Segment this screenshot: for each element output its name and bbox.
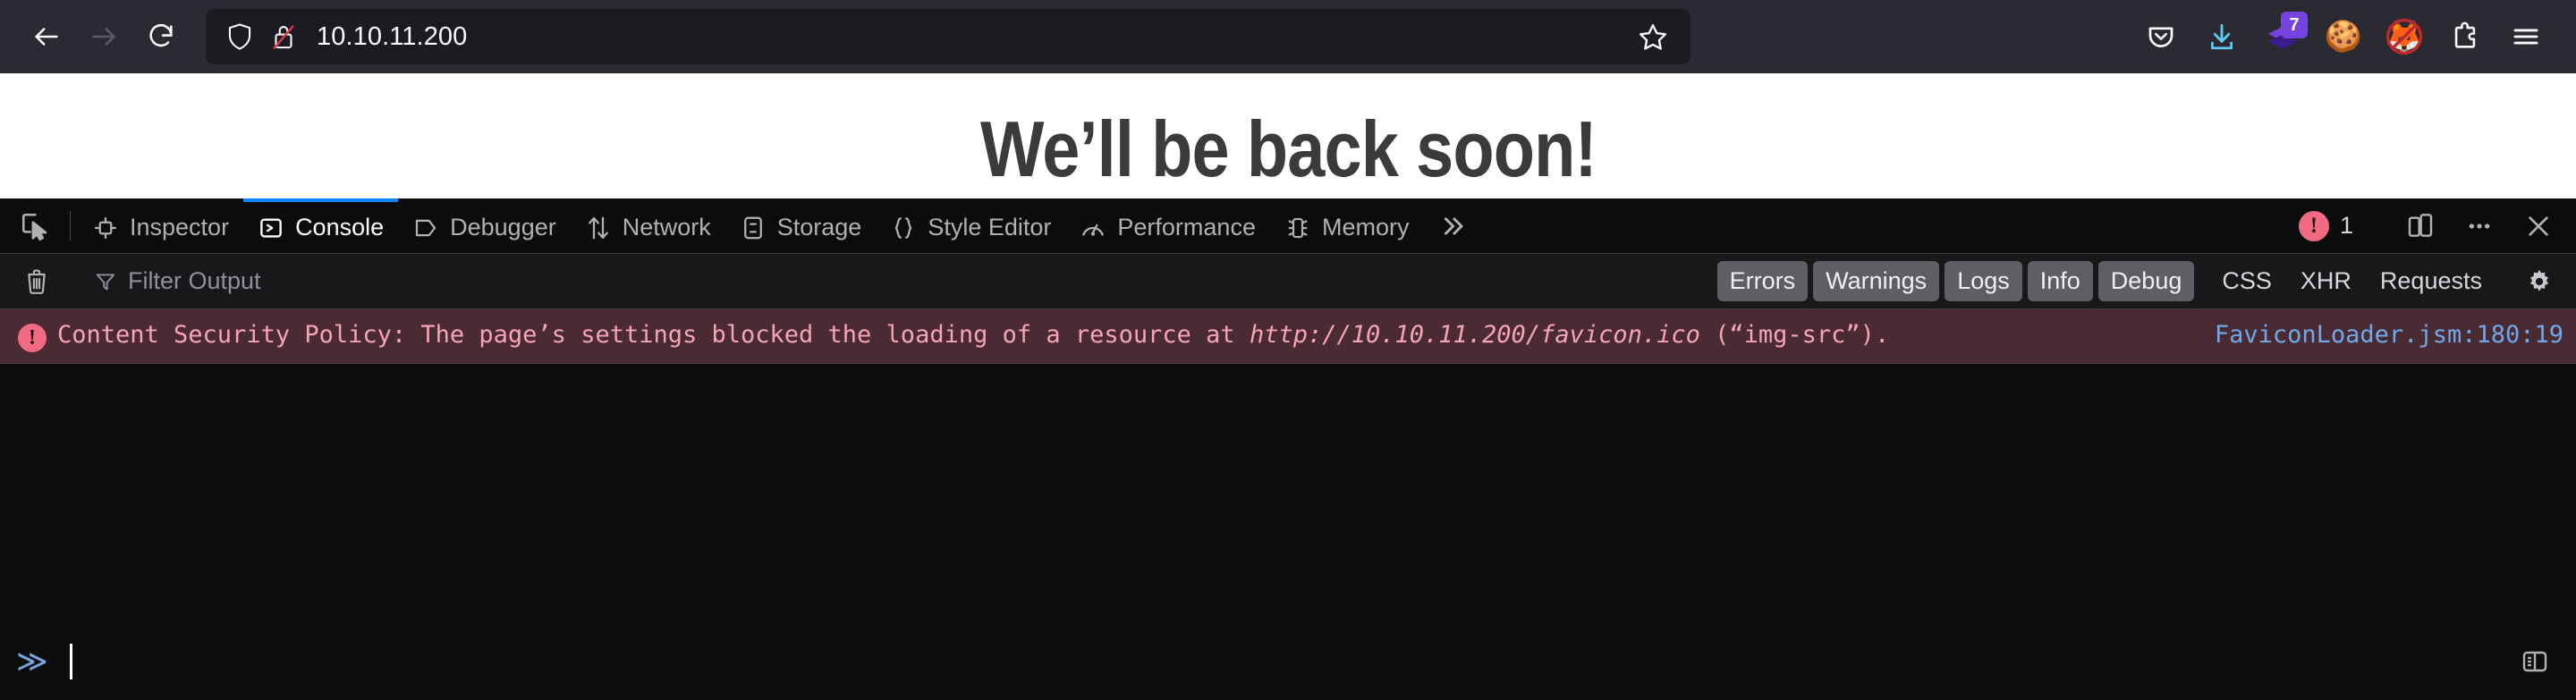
- console-level-filters: Errors Warnings Logs Info Debug: [1716, 261, 2195, 301]
- prohibition-overlay-icon: [2385, 18, 2423, 55]
- gear-icon: [2530, 269, 2548, 291]
- tab-memory[interactable]: Memory: [1270, 198, 1424, 253]
- debugger-icon: [416, 219, 436, 236]
- tab-style-editor[interactable]: Style Editor: [876, 198, 1065, 253]
- filter-chip-debug[interactable]: Debug: [2097, 261, 2195, 301]
- tab-debugger[interactable]: Debugger: [398, 198, 571, 253]
- lock-crossed-insecure-icon[interactable]: [261, 21, 306, 52]
- console-output: ! Content Security Policy: The page’s se…: [0, 309, 2576, 623]
- tab-label: Inspector: [130, 214, 230, 240]
- browser-window: 10.10.11.200 7 🍪 🦊 We’ll be back soon! I…: [0, 0, 2576, 700]
- console-icon: [260, 217, 282, 238]
- address-bar-url[interactable]: 10.10.11.200: [306, 22, 1628, 52]
- back-button[interactable]: [18, 8, 75, 65]
- inspector-icon: [95, 216, 116, 239]
- devtools-tabs-overflow-button[interactable]: [1423, 198, 1482, 253]
- tab-label: Performance: [1117, 214, 1256, 240]
- extension-layers-icon[interactable]: 7: [2256, 10, 2309, 63]
- filter-chip-logs[interactable]: Logs: [1945, 261, 2022, 301]
- page-title: We’ll be back soon!: [979, 105, 1597, 193]
- message-text-after-url: (“img-src”).: [1699, 321, 1890, 349]
- tab-network[interactable]: Network: [571, 198, 725, 253]
- address-bar[interactable]: 10.10.11.200: [206, 9, 1690, 64]
- fox-blocked-icon[interactable]: 🦊: [2377, 10, 2431, 63]
- arrow-right-icon: [92, 28, 115, 46]
- message-error-icon: !: [13, 318, 52, 352]
- tab-label: Debugger: [450, 214, 556, 240]
- chevron-double-right-icon: [1445, 216, 1463, 235]
- browser-navigation-toolbar: 10.10.11.200 7 🍪 🦊: [0, 0, 2576, 73]
- pocket-icon[interactable]: [2134, 10, 2188, 63]
- application-menu-icon[interactable]: [2499, 10, 2553, 63]
- shield-icon[interactable]: [218, 22, 261, 51]
- filter-output-input[interactable]: Filter Output: [85, 262, 1717, 301]
- page-viewport: We’ll be back soon!: [0, 73, 2576, 198]
- message-resource-url: http://10.10.11.200/favicon.ico: [1249, 321, 1700, 349]
- console-message-error[interactable]: ! Content Security Policy: The page’s se…: [0, 309, 2576, 364]
- tab-storage[interactable]: Storage: [725, 198, 877, 253]
- filter-output-placeholder: Filter Output: [128, 267, 261, 294]
- error-count-label: 1: [2339, 212, 2353, 239]
- cookie-icon[interactable]: 🍪: [2317, 10, 2370, 63]
- console-filter-toolbar: Filter Output Errors Warnings Logs Info …: [0, 254, 2576, 309]
- error-badge-icon: !: [2298, 210, 2329, 241]
- tab-label: Network: [622, 214, 711, 240]
- console-input-caret: [69, 644, 72, 679]
- element-picker-icon: [21, 213, 47, 240]
- filter-chip-errors[interactable]: Errors: [1716, 261, 1809, 301]
- console-message-text: Content Security Policy: The page’s sett…: [52, 318, 2188, 351]
- tab-label: Style Editor: [928, 214, 1052, 240]
- extensions-puzzle-icon[interactable]: [2438, 10, 2492, 63]
- devtools-panel: Inspector Console Debugger Network Stora…: [0, 198, 2576, 700]
- message-text-before-url: Content Security Policy: The page’s sett…: [57, 321, 1250, 349]
- clear-console-button[interactable]: [13, 257, 61, 306]
- forward-button[interactable]: [75, 8, 132, 65]
- element-picker-button[interactable]: [7, 198, 63, 253]
- cookie-glyph: 🍪: [2324, 20, 2363, 54]
- devtools-meatball-menu-icon[interactable]: [2454, 201, 2504, 251]
- error-count-indicator[interactable]: ! 1: [2290, 210, 2362, 241]
- tab-console[interactable]: Console: [243, 198, 399, 253]
- storage-icon: [743, 216, 762, 239]
- split-console-editor-icon[interactable]: [2510, 637, 2560, 687]
- star-icon[interactable]: [1628, 12, 1678, 62]
- toolbar-separator: [70, 211, 71, 240]
- devtools-tabbar: Inspector Console Debugger Network Stora…: [0, 198, 2576, 254]
- tab-label: Storage: [776, 214, 862, 240]
- downloads-icon[interactable]: [2195, 10, 2249, 63]
- tab-inspector[interactable]: Inspector: [78, 198, 243, 253]
- responsive-design-mode-icon[interactable]: [2395, 201, 2445, 251]
- performance-icon: [1082, 223, 1105, 236]
- devtools-toolbar-controls: ! 1: [2290, 198, 2576, 253]
- filter-chip-warnings[interactable]: Warnings: [1813, 261, 1940, 301]
- console-message-source-link[interactable]: FaviconLoader.jsm:180:19: [2188, 318, 2563, 351]
- tab-label: Console: [295, 214, 385, 240]
- arrow-left-icon: [35, 28, 58, 46]
- filter-chip-xhr[interactable]: XHR: [2288, 261, 2364, 301]
- browser-toolbar-icons: 7 🍪 🦊: [2134, 10, 2558, 63]
- style-editor-icon: [894, 216, 912, 239]
- console-type-filters: CSS XHR Requests: [2209, 261, 2495, 301]
- devtools-close-icon[interactable]: [2513, 201, 2563, 251]
- console-settings-button[interactable]: [2515, 257, 2563, 306]
- console-prompt-icon: ≫: [16, 644, 48, 679]
- filter-chip-requests[interactable]: Requests: [2368, 261, 2495, 301]
- extension-badge-count: 7: [2281, 12, 2308, 38]
- tab-label: Memory: [1321, 214, 1410, 240]
- network-icon: [588, 216, 608, 239]
- console-input-row[interactable]: ≫: [0, 623, 2576, 700]
- reload-icon: [149, 24, 173, 47]
- trash-icon: [28, 269, 46, 294]
- memory-icon: [1288, 217, 1308, 238]
- filter-funnel-icon: [96, 273, 115, 291]
- filter-chip-info[interactable]: Info: [2027, 261, 2093, 301]
- tab-performance[interactable]: Performance: [1065, 198, 1270, 253]
- filter-chip-css[interactable]: CSS: [2209, 261, 2284, 301]
- reload-button[interactable]: [132, 8, 190, 65]
